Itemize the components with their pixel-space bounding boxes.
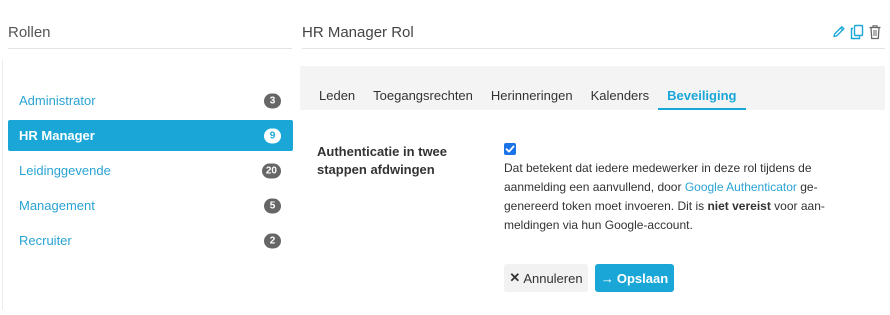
- tab-leden[interactable]: Leden: [310, 88, 364, 110]
- page-title: HR Manager Rol: [302, 24, 414, 41]
- title-actions: [832, 24, 882, 40]
- count-badge: 5: [264, 198, 281, 213]
- role-item-label: HR Manager: [19, 128, 95, 143]
- role-item-label: Administrator: [19, 93, 96, 108]
- role-item-administrator[interactable]: Administrator 3: [8, 83, 293, 118]
- role-item-label: Management: [19, 198, 95, 213]
- count-badge: 9: [264, 128, 281, 143]
- pencil-icon[interactable]: [832, 24, 846, 40]
- tab-kalenders[interactable]: Kalenders: [582, 88, 659, 110]
- two-factor-checkbox[interactable]: [504, 143, 516, 155]
- role-detail-panel: HR Manager Rol Leden Toegangsrechten Her…: [300, 0, 890, 315]
- tab-bar: Leden Toegangsrechten Herinneringen Kale…: [300, 66, 885, 110]
- two-factor-label: Authenticatie in twee stappen afdwingen: [317, 144, 448, 177]
- tab-beveiliging[interactable]: Beveiliging: [658, 88, 747, 110]
- close-icon: ✕: [509, 270, 521, 285]
- cancel-button-label: Annuleren: [523, 270, 583, 286]
- save-button-label: Opslaan: [616, 270, 669, 286]
- divider: [8, 48, 292, 49]
- count-badge: 3: [264, 93, 281, 108]
- divider: [302, 48, 885, 49]
- count-badge: 20: [261, 163, 281, 178]
- description-emphasis: niet vereist: [707, 199, 771, 213]
- role-item-management[interactable]: Management 5: [8, 188, 293, 223]
- divider: [2, 60, 3, 310]
- role-item-label: Leidinggevende: [19, 163, 111, 178]
- trash-icon[interactable]: [868, 24, 882, 40]
- copy-icon[interactable]: [850, 24, 864, 40]
- role-item-hr-manager[interactable]: HR Manager 9: [8, 120, 293, 151]
- arrow-right-icon: →: [600, 270, 614, 286]
- role-list: Administrator 3 HR Manager 9 Leidinggeve…: [8, 83, 293, 258]
- two-factor-description: Dat betekent dat iedere medewerker in de…: [504, 159, 834, 235]
- cancel-button[interactable]: ✕ Annuleren: [504, 264, 588, 292]
- roles-panel-title: Rollen: [8, 24, 51, 41]
- role-item-label: Recruiter: [19, 233, 72, 248]
- role-item-leidinggevende[interactable]: Leidinggevende 20: [8, 153, 293, 188]
- role-item-recruiter[interactable]: Recruiter 2: [8, 223, 293, 258]
- count-badge: 2: [264, 233, 281, 248]
- checkmark-icon: [505, 145, 515, 153]
- tab-toegangsrechten[interactable]: Toegangsrechten: [364, 88, 482, 110]
- roles-panel: Rollen Administrator 3 HR Manager 9 Leid…: [0, 0, 300, 315]
- google-authenticator-link[interactable]: Google Authenticator: [685, 180, 797, 194]
- tab-herinneringen[interactable]: Herinneringen: [482, 88, 582, 110]
- save-button[interactable]: → Opslaan: [595, 264, 674, 292]
